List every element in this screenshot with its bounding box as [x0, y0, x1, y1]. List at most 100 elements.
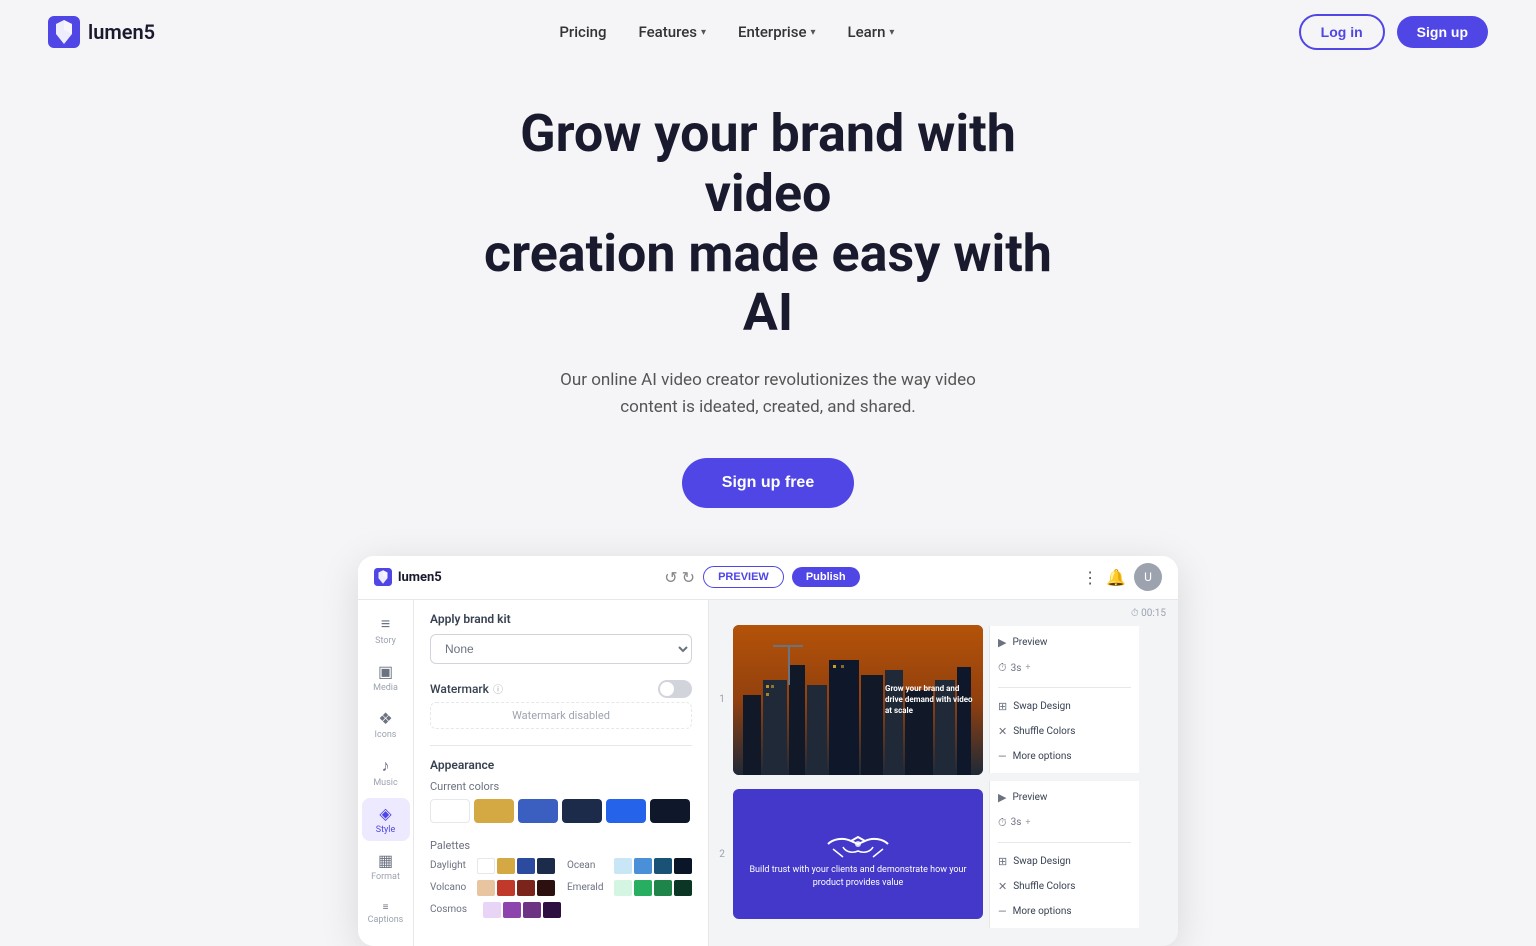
- more-options-icon-2: —: [998, 905, 1007, 918]
- palette-color[interactable]: [477, 858, 495, 874]
- sidebar-item-story[interactable]: ≡ Story: [362, 608, 410, 652]
- watermark-toggle[interactable]: [658, 680, 692, 698]
- slide-1-duration[interactable]: ⏱ 3s +: [998, 659, 1131, 677]
- sidebar-icons: ≡ Story ▣ Media ❖ Icons ♪ Music ◈ Styl: [358, 600, 414, 946]
- style-icon: ◈: [379, 804, 391, 823]
- undo-redo-controls: ↺ ↻: [664, 568, 695, 587]
- login-button[interactable]: Log in: [1299, 14, 1385, 50]
- slide-1-swap-design[interactable]: ⊞ Swap Design: [998, 698, 1131, 715]
- color-swatch-5[interactable]: [650, 799, 690, 823]
- palettes-title: Palettes: [430, 839, 692, 852]
- user-avatar[interactable]: U: [1134, 563, 1162, 591]
- nav-features[interactable]: Features ▾: [639, 23, 707, 41]
- slide-thumbnail-2[interactable]: Build trust with your clients and demons…: [733, 789, 983, 919]
- panel-sep: [998, 687, 1131, 688]
- palette-daylight: Daylight Ocean: [430, 858, 692, 874]
- palette-color[interactable]: [537, 880, 555, 896]
- palette-color[interactable]: [517, 880, 535, 896]
- palette-color[interactable]: [483, 902, 501, 918]
- palette-color[interactable]: [497, 858, 515, 874]
- sidebar-item-captions[interactable]: ≡ Captions: [362, 896, 410, 931]
- preview-play-icon: ▶: [998, 636, 1006, 649]
- palette-color[interactable]: [674, 858, 692, 874]
- nav-pricing[interactable]: Pricing: [559, 23, 606, 41]
- app-topbar: lumen5 ↺ ↻ PREVIEW Publish ⋮ 🔔 U: [358, 556, 1178, 600]
- learn-chevron-icon: ▾: [889, 27, 894, 38]
- slide-2-preview[interactable]: ▶ Preview: [998, 789, 1131, 806]
- publish-button[interactable]: Publish: [792, 567, 860, 587]
- blue-slide-content: Build trust with your clients and demons…: [733, 789, 983, 919]
- nav-links: Pricing Features ▾ Enterprise ▾ Learn ▾: [559, 23, 894, 41]
- sidebar-item-icons[interactable]: ❖ Icons: [362, 703, 410, 746]
- palette-color[interactable]: [614, 880, 632, 896]
- hero-title: Grow your brand with video creation made…: [468, 104, 1068, 343]
- slide-1-more-options[interactable]: — More options: [998, 748, 1131, 765]
- watermark-label: Watermark ⓘ: [430, 681, 503, 696]
- palette-color[interactable]: [654, 880, 672, 896]
- color-swatch-2[interactable]: [518, 799, 558, 823]
- undo-icon[interactable]: ↺: [664, 568, 677, 587]
- slide-number-2: 2: [717, 849, 727, 860]
- slide-2-swap-design[interactable]: ⊞ Swap Design: [998, 853, 1131, 870]
- slide-thumbnail-1[interactable]: Grow your brand and drive demand with vi…: [733, 625, 983, 775]
- palette-color[interactable]: [503, 902, 521, 918]
- color-swatch-4[interactable]: [606, 799, 646, 823]
- palette-color[interactable]: [654, 858, 672, 874]
- app-screenshot: lumen5 ↺ ↻ PREVIEW Publish ⋮ 🔔 U: [358, 556, 1178, 946]
- slide-2-shuffle-colors[interactable]: ✕ Shuffle Colors: [998, 878, 1131, 895]
- handshake-svg: [823, 819, 893, 864]
- icons-icon: ❖: [378, 709, 392, 728]
- palette-color[interactable]: [497, 880, 515, 896]
- nav-learn[interactable]: Learn ▾: [848, 23, 895, 41]
- slide-1-shuffle-colors[interactable]: ✕ Shuffle Colors: [998, 723, 1131, 740]
- palette-color[interactable]: [517, 858, 535, 874]
- music-icon: ♪: [382, 756, 390, 776]
- navbar: lumen5 Pricing Features ▾ Enterprise ▾ L…: [0, 0, 1536, 64]
- palette-color[interactable]: [523, 902, 541, 918]
- panel-sep-2: [998, 842, 1131, 843]
- palette-volcano: Volcano Emerald: [430, 880, 692, 896]
- brand-kit-title: Apply brand kit: [430, 612, 692, 626]
- appearance-title: Appearance: [430, 758, 692, 772]
- features-chevron-icon: ▾: [701, 27, 706, 38]
- brand-kit-select[interactable]: None: [430, 634, 692, 664]
- palette-color[interactable]: [674, 880, 692, 896]
- color-swatch-1[interactable]: [474, 799, 514, 823]
- settings-divider: [430, 745, 692, 746]
- palette-color[interactable]: [634, 880, 652, 896]
- palette-color[interactable]: [477, 880, 495, 896]
- signup-hero-button[interactable]: Sign up free: [682, 458, 854, 508]
- nav-enterprise[interactable]: Enterprise ▾: [738, 23, 816, 41]
- nav-actions: Log in Sign up: [1299, 14, 1488, 50]
- sidebar-item-music[interactable]: ♪ Music: [362, 750, 410, 794]
- palette-color[interactable]: [543, 902, 561, 918]
- watermark-row: Watermark ⓘ: [430, 680, 692, 698]
- app-logo: lumen5: [374, 568, 442, 586]
- sidebar-item-media[interactable]: ▣ Media: [362, 656, 410, 699]
- palette-cosmos: Cosmos: [430, 902, 692, 918]
- slide-number-1: 1: [717, 694, 727, 705]
- slide-2-more-options[interactable]: — More options: [998, 903, 1131, 920]
- kebab-menu-icon[interactable]: ⋮: [1082, 568, 1098, 587]
- slide-1-right-panel: ▶ Preview ⏱ 3s + ⊞ Swap Design: [989, 626, 1139, 773]
- slide-2-duration[interactable]: ⏱ 3s +: [998, 814, 1131, 832]
- sidebar-item-style[interactable]: ◈ Style: [362, 798, 410, 841]
- palette-color[interactable]: [614, 858, 632, 874]
- story-icon: ≡: [381, 614, 390, 634]
- watermark-info-icon[interactable]: ⓘ: [493, 681, 503, 696]
- color-swatch-0[interactable]: [430, 799, 470, 823]
- app-screenshot-wrapper: lumen5 ↺ ↻ PREVIEW Publish ⋮ 🔔 U: [0, 556, 1536, 946]
- color-swatch-3[interactable]: [562, 799, 602, 823]
- palette-color[interactable]: [537, 858, 555, 874]
- redo-icon[interactable]: ↻: [682, 568, 695, 587]
- duration-icon: ⏱: [998, 661, 1007, 675]
- notification-icon[interactable]: 🔔: [1106, 568, 1126, 587]
- media-icon: ▣: [378, 662, 393, 681]
- sidebar-item-format[interactable]: ▦ Format: [362, 845, 410, 888]
- swap-design-icon-2: ⊞: [998, 855, 1007, 868]
- palette-color[interactable]: [634, 858, 652, 874]
- slide-1-preview[interactable]: ▶ Preview: [998, 634, 1131, 651]
- signup-nav-button[interactable]: Sign up: [1397, 16, 1488, 48]
- preview-button[interactable]: PREVIEW: [703, 566, 784, 588]
- logo[interactable]: lumen5: [48, 16, 155, 48]
